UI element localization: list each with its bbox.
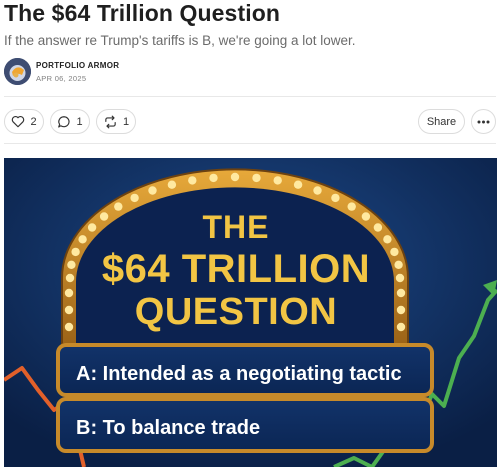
marquee-bulb bbox=[64, 288, 74, 298]
ellipsis-icon bbox=[477, 120, 490, 124]
marquee-bulb bbox=[396, 322, 406, 332]
marquee-bulb bbox=[99, 212, 109, 221]
hero-graphic: THE $64 TRILLION QUESTION A: Intended as… bbox=[4, 158, 497, 467]
marquee-bulb bbox=[252, 173, 261, 183]
restack-icon bbox=[103, 115, 118, 129]
marquee-bulb bbox=[394, 260, 403, 269]
restack-button[interactable]: 1 bbox=[96, 109, 136, 134]
divider-bottom bbox=[4, 143, 496, 144]
avatar[interactable] bbox=[4, 58, 31, 85]
marquee-bulb bbox=[87, 223, 97, 232]
marquee-bulb bbox=[396, 305, 406, 315]
marquee-bulb bbox=[230, 172, 240, 182]
marquee-bulb bbox=[65, 273, 75, 283]
comment-count: 1 bbox=[76, 115, 83, 128]
marquee-bulb bbox=[188, 176, 197, 185]
marquee-bulb bbox=[78, 235, 87, 244]
marquee-bulb bbox=[331, 193, 340, 203]
comment-icon bbox=[57, 115, 71, 129]
marquee-bulb bbox=[361, 212, 371, 221]
marquee-bulb bbox=[71, 247, 80, 257]
marquee-bulb bbox=[209, 173, 218, 183]
marquee-bulb bbox=[67, 260, 76, 269]
hero-title-line2: $64 TRILLION bbox=[102, 247, 370, 291]
marquee-bulb bbox=[114, 202, 123, 211]
marquee-bulb bbox=[293, 180, 303, 189]
marquee-bulb bbox=[383, 235, 392, 244]
post-date: APR 06, 2025 bbox=[36, 74, 87, 83]
marquee-bulb bbox=[390, 247, 399, 257]
marquee-bulb bbox=[64, 322, 74, 332]
more-button[interactable] bbox=[471, 109, 496, 134]
hero-title-line1: THE bbox=[203, 209, 270, 245]
marquee-bulb bbox=[396, 288, 406, 298]
post-title: The $64 Trillion Question bbox=[4, 0, 280, 26]
marquee-bulb bbox=[64, 305, 74, 315]
share-button[interactable]: Share bbox=[418, 109, 465, 134]
comment-button[interactable]: 1 bbox=[50, 109, 90, 134]
heart-icon bbox=[11, 115, 25, 128]
like-button[interactable]: 2 bbox=[4, 109, 44, 134]
marquee-bulb bbox=[167, 180, 177, 189]
author-name[interactable]: PORTFOLIO ARMOR bbox=[36, 61, 119, 70]
divider-top bbox=[4, 96, 496, 97]
hero-image: THE $64 TRILLION QUESTION A: Intended as… bbox=[4, 158, 497, 467]
marquee-bulb bbox=[395, 273, 405, 283]
marquee-bulb bbox=[273, 176, 282, 185]
marquee-bulb bbox=[313, 186, 322, 195]
marquee-bulb bbox=[148, 186, 157, 195]
marquee-bulb bbox=[347, 202, 356, 211]
option-a-text: A: Intended as a negotiating tactic bbox=[76, 363, 402, 385]
marquee-bulb bbox=[373, 223, 383, 232]
like-count: 2 bbox=[30, 115, 37, 128]
restack-count: 1 bbox=[122, 115, 130, 128]
byline: PORTFOLIO ARMOR APR 06, 2025 bbox=[4, 58, 119, 85]
post-subtitle: If the answer re Trump's tariffs is B, w… bbox=[4, 33, 356, 48]
hero-title-line3: QUESTION bbox=[135, 291, 337, 333]
marquee-bulb bbox=[130, 193, 139, 203]
share-label: Share bbox=[426, 115, 457, 128]
option-b-text: B: To balance trade bbox=[76, 417, 260, 439]
